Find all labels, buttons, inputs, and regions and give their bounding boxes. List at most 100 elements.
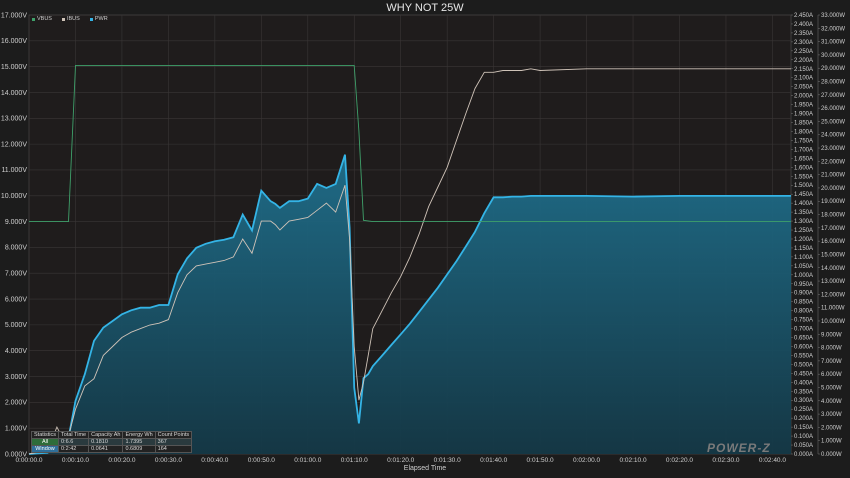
y-tick-label-left: 6.000V: [5, 296, 28, 303]
y-tick-label-right-power: 31.000W: [821, 40, 845, 46]
x-tick-label: 0:01:00.0: [294, 457, 321, 464]
x-tick-label: 0:00:40.0: [201, 457, 228, 464]
stats-row-all[interactable]: All 0:6.6 0.1810 1.7395 367: [30, 438, 193, 446]
y-tick-label-right-current: 2.100A: [794, 76, 813, 82]
x-tick-label: 0:02:40.0: [759, 457, 786, 464]
y-tick-label-right-current: 1.600A: [794, 165, 813, 171]
x-axis-title: Elapsed Time: [403, 465, 447, 472]
y-tick-label-right-current: 1.150A: [794, 246, 813, 252]
y-tick-label-right-power: 18.000W: [821, 213, 845, 219]
y-tick-label-right-power: 33.000W: [821, 13, 845, 19]
y-tick-label-right-current: 1.450A: [794, 192, 813, 198]
y-tick-label-right-power: 4.000W: [821, 399, 842, 405]
y-tick-label-right-current: 0.500A: [794, 362, 813, 368]
x-tick-label: 0:02:00.0: [573, 457, 600, 464]
y-tick-label-right-power: 24.000W: [821, 133, 845, 139]
y-tick-label-right-current: 1.100A: [794, 255, 813, 261]
stats-cell: 0:6.6: [58, 438, 90, 446]
y-tick-label-left: 11.000V: [1, 167, 27, 174]
y-tick-label-right-current: 1.500A: [794, 183, 813, 189]
y-tick-label-right-power: 17.000W: [821, 226, 845, 232]
y-tick-label-right-current: 2.450A: [794, 13, 813, 19]
y-tick-label-right-current: 1.250A: [794, 228, 813, 234]
y-tick-label-right-power: 9.000W: [821, 332, 842, 338]
y-tick-label-right-current: 1.000A: [794, 273, 813, 279]
y-tick-label-right-current: 0.050A: [794, 443, 813, 449]
y-tick-label-right-power: 15.000W: [821, 252, 845, 258]
legend-item-ibus[interactable]: IBUS: [61, 16, 80, 22]
stats-header: Energy Wh: [122, 431, 156, 439]
x-tick-label: 0:02:20.0: [666, 457, 693, 464]
y-tick-label-right-current: 1.700A: [794, 147, 813, 153]
stats-cell: 367: [154, 438, 193, 446]
y-tick-label-right-current: 0.450A: [794, 371, 813, 377]
stats-row-window[interactable]: Window 0:2:42 0.0641 0.6809 164: [30, 445, 193, 453]
y-tick-label-right-current: 1.550A: [794, 174, 813, 180]
y-tick-label-right-power: 26.000W: [821, 106, 845, 112]
stats-cell: 0.6809: [122, 445, 156, 453]
y-tick-label-right-power: 0.000W: [821, 452, 842, 458]
y-tick-label-right-power: 1.000W: [821, 439, 842, 445]
y-tick-label-right-power: 3.000W: [821, 412, 842, 418]
y-tick-label-right-current: 0.850A: [794, 300, 813, 306]
y-tick-label-right-current: 0.400A: [794, 380, 813, 386]
y-tick-label-left: 9.000V: [5, 219, 28, 226]
y-tick-label-left: 16.000V: [1, 38, 27, 45]
y-tick-label-right-current: 0.000A: [794, 452, 813, 458]
y-tick-label-right-current: 2.000A: [794, 94, 813, 100]
legend-label-vbus: VBUS: [37, 16, 52, 22]
legend-swatch-ibus: [61, 17, 65, 21]
y-tick-label-left: 3.000V: [5, 374, 28, 381]
y-tick-label-left: 14.000V: [1, 90, 27, 97]
y-tick-label-right-power: 12.000W: [821, 292, 845, 298]
y-tick-label-right-current: 1.050A: [794, 264, 813, 270]
y-tick-label-right-power: 10.000W: [821, 319, 845, 325]
x-tick-label: 0:01:20.0: [387, 457, 414, 464]
y-tick-label-right-power: 16.000W: [821, 239, 845, 245]
stats-header: Count Points: [154, 431, 193, 439]
y-tick-label-left: 8.000V: [5, 245, 28, 252]
y-tick-label-right-power: 25.000W: [821, 119, 845, 125]
y-tick-label-right-power: 30.000W: [821, 53, 845, 59]
stats-cell: 0.1810: [88, 438, 124, 446]
y-tick-label-right-current: 2.400A: [794, 22, 813, 28]
y-tick-label-right-current: 2.350A: [794, 31, 813, 37]
y-tick-label-right-current: 0.600A: [794, 344, 813, 350]
stats-header: Capacity Ah: [88, 431, 124, 439]
y-tick-label-left: 12.000V: [1, 141, 27, 148]
y-tick-label-right-current: 1.200A: [794, 237, 813, 243]
y-tick-label-right-current: 0.100A: [794, 434, 813, 440]
y-tick-label-right-current: 1.750A: [794, 138, 813, 144]
y-tick-label-right-power: 21.000W: [821, 173, 845, 179]
y-tick-label-right-power: 20.000W: [821, 186, 845, 192]
y-tick-label-right-current: 0.900A: [794, 291, 813, 297]
y-tick-label-left: 7.000V: [5, 271, 28, 278]
stats-header-row: Statistics Total Time Capacity Ah Energy…: [30, 431, 193, 439]
y-tick-label-right-power: 19.000W: [821, 199, 845, 205]
legend-item-vbus[interactable]: VBUS: [32, 16, 52, 22]
y-tick-label-left: 5.000V: [5, 322, 28, 329]
y-tick-label-right-current: 0.750A: [794, 318, 813, 324]
y-tick-label-left: 15.000V: [1, 64, 27, 71]
y-tick-label-right-current: 1.800A: [794, 129, 813, 135]
y-tick-label-left: 10.000V: [1, 193, 27, 200]
legend: VBUS IBUS PWR: [32, 16, 108, 22]
y-tick-label-right-power: 13.000W: [821, 279, 845, 285]
x-tick-label: 0:00:20.0: [108, 457, 135, 464]
legend-swatch-pwr: [89, 17, 93, 21]
y-tick-label-right-power: 14.000W: [821, 266, 845, 272]
y-tick-label-right-power: 11.000W: [821, 306, 845, 312]
x-tick-label: 0:00:00.0: [15, 457, 42, 464]
y-tick-label-right-current: 0.300A: [794, 398, 813, 404]
y-tick-label-right-power: 27.000W: [821, 93, 845, 99]
y-tick-label-right-current: 2.200A: [794, 58, 813, 64]
y-tick-label-right-current: 0.250A: [794, 407, 813, 413]
legend-item-pwr[interactable]: PWR: [89, 16, 108, 22]
x-tick-label: 0:01:30.0: [434, 457, 461, 464]
x-tick-label: 0:01:40.0: [480, 457, 507, 464]
chart-window: WHY NOT 25W 0.000V 1.000V 2.000V 3.000V 4.00…: [0, 0, 850, 478]
stats-cell: Window: [30, 445, 60, 453]
y-tick-label-right-current: 0.350A: [794, 389, 813, 395]
chart-svg: 0.000V1.000V2.000V3.000V4.000V5.000V6.00…: [1, 12, 845, 464]
y-tick-label-right-current: 0.950A: [794, 282, 813, 288]
